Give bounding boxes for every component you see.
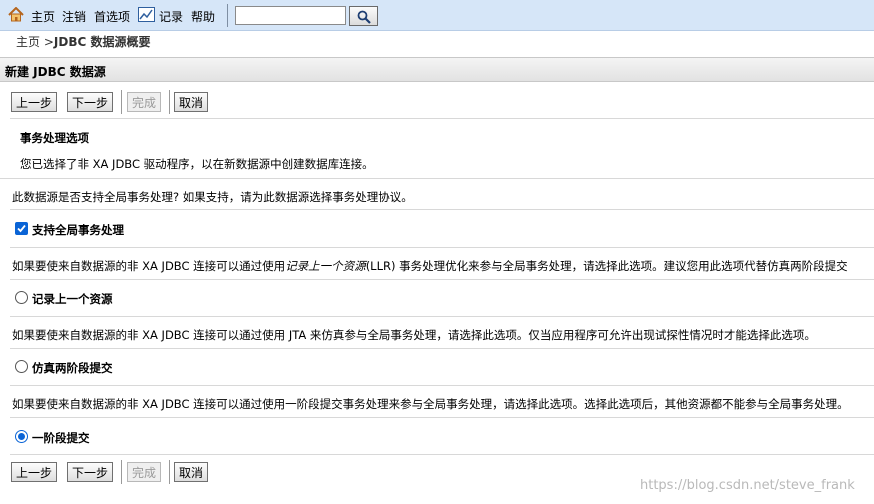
llr-description: 如果要使来自数据源的非 XA JDBC 连接可以通过使用记录上一个资源(LLR)… [12,258,848,274]
cancel-button-top[interactable]: 取消 [174,92,209,112]
breadcrumb: 主页 >JDBC 数据源概要 [16,33,150,50]
intro-text: 您已选择了非 XA JDBC 驱动程序，以在新数据源中创建数据库连接。 [20,157,374,171]
one-phase-description: 如果要使来自数据源的非 XA JDBC 连接可以通过使用一阶段提交事务处理来参与… [12,397,849,411]
panel-header: 新建 JDBC 数据源 [0,57,874,82]
finish-button-top[interactable]: 完成 [127,92,162,112]
next-button-bottom[interactable]: 下一步 [67,462,114,482]
top-nav-bar: 主页 注销 首选项 记录 帮助 [0,0,874,31]
panel-title: 新建 JDBC 数据源 [5,65,106,79]
nav-preferences-link[interactable]: 首选项 [94,8,130,25]
divider [10,247,874,248]
divider [10,209,874,210]
button-divider [169,460,170,484]
cancel-button-bottom[interactable]: 取消 [174,462,209,482]
emulate-two-phase-radio[interactable] [15,360,28,373]
chart-icon[interactable] [138,7,155,25]
divider [10,385,874,386]
breadcrumb-home-link[interactable]: 主页 [16,35,40,49]
divider [10,279,874,280]
divider [10,118,874,119]
llr-description-italic: 记录上一个资源 [285,259,366,273]
emulate-description: 如果要使来自数据源的非 XA JDBC 连接可以通过使用 JTA 来仿真参与全局… [12,328,816,342]
divider [10,348,874,349]
button-divider [121,460,122,484]
breadcrumb-separator: > [40,35,54,49]
breadcrumb-current: JDBC 数据源概要 [53,35,151,49]
nav-logout-link[interactable]: 注销 [62,8,86,25]
nav-record-link[interactable]: 记录 [159,8,183,25]
nav-help-link[interactable]: 帮助 [191,8,215,25]
back-button-bottom[interactable]: 上一步 [11,462,58,482]
nav-divider [227,4,228,27]
divider [10,316,874,317]
divider [0,178,874,179]
llr-label[interactable]: 记录上一个资源 [32,291,113,307]
one-phase-radio[interactable] [15,430,28,443]
llr-description-prefix: 如果要使来自数据源的非 XA JDBC 连接可以通过使用 [12,259,286,273]
nav-home-link[interactable]: 主页 [31,8,55,25]
button-divider [121,90,122,114]
search-button[interactable] [349,6,378,26]
home-icon[interactable] [8,6,24,25]
question-text: 此数据源是否支持全局事务处理? 如果支持，请为此数据源选择事务处理协议。 [12,190,413,204]
back-button-top[interactable]: 上一步 [11,92,58,112]
finish-button-bottom[interactable]: 完成 [127,462,162,482]
llr-description-suffix: (LLR) 事务处理优化来参与全局事务处理，请选择此选项。建议您用此选项代替仿真… [365,259,848,273]
next-button-top[interactable]: 下一步 [67,92,114,112]
button-divider [169,90,170,114]
watermark-text: https://blog.csdn.net/steve_frank [640,478,855,493]
emulate-two-phase-label[interactable]: 仿真两阶段提交 [32,360,113,376]
search-input[interactable] [235,6,346,25]
one-phase-label[interactable]: 一阶段提交 [32,430,90,446]
llr-radio[interactable] [15,291,28,304]
section-title: 事务处理选项 [20,131,89,145]
support-global-checkbox[interactable] [15,222,28,235]
divider [10,417,874,418]
divider [10,454,874,455]
support-global-label[interactable]: 支持全局事务处理 [32,222,124,238]
search-icon [350,10,377,24]
